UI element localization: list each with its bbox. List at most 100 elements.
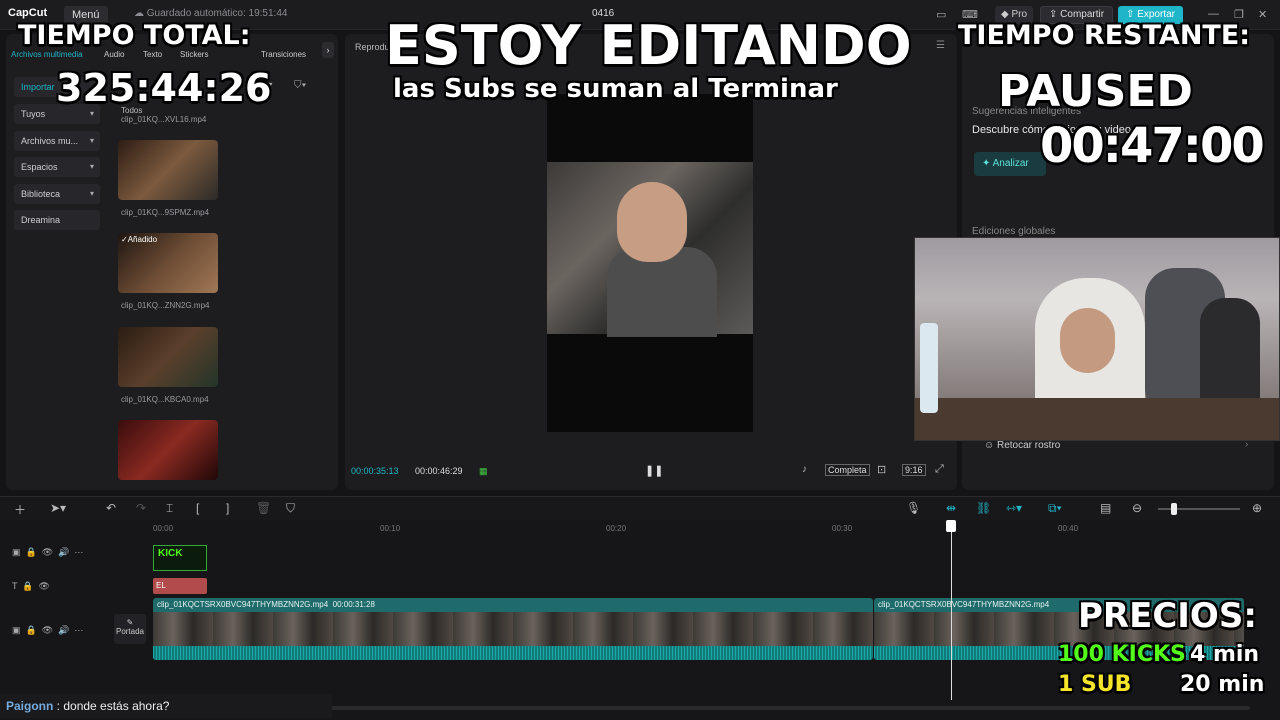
ratio-selector[interactable]: 9:16 [902, 464, 926, 476]
retouch-label: Retocar rostro [997, 440, 1061, 451]
retouch-item[interactable]: ☺ Retocar rostro [984, 440, 1060, 451]
kick-clip-label: KICK [158, 548, 183, 559]
preview-axis-icon[interactable]: ⧉▾ [1048, 501, 1062, 516]
link-icon[interactable]: ⛓ [976, 501, 991, 515]
delete-icon[interactable]: 🗑 [256, 501, 271, 515]
snap-icon[interactable]: ⇿▾ [1006, 501, 1022, 515]
tiktok-icon[interactable]: ♪ [802, 464, 807, 475]
price-sub-value: 20 min [1180, 672, 1265, 697]
tab-transitions[interactable]: Transiciones [261, 50, 306, 59]
tab-text[interactable]: Texto [143, 50, 162, 59]
video-frame-image [547, 162, 753, 337]
sidebar-item-library[interactable]: Biblioteca ▾ [14, 184, 100, 204]
sidebar-item-dreamina[interactable]: Dreamina [14, 210, 100, 230]
video-preview[interactable] [547, 94, 753, 432]
pro-label: Pro [1011, 9, 1028, 20]
export-label: Exportar [1137, 9, 1175, 20]
shield-icon[interactable]: ⛉ [286, 501, 295, 516]
add-icon[interactable]: ＋ [14, 501, 26, 518]
layout-icon[interactable]: ▭ [936, 8, 946, 21]
redo-icon[interactable]: ↷ [136, 501, 146, 515]
total-time-label: TIEMPO TOTAL: [18, 20, 251, 51]
tab-audio[interactable]: Audio [104, 50, 124, 59]
check-icon: ✓ [121, 235, 128, 244]
chat-username: Paigonn [6, 699, 54, 713]
zoom-slider-handle[interactable] [1171, 503, 1177, 515]
sidebar-item-media-files[interactable]: Archivos mu... ▾ [14, 131, 100, 151]
ruler-tick: 00:30 [832, 524, 853, 533]
screenshot-icon[interactable]: ⊡ [877, 463, 886, 476]
split-icon[interactable]: ⌶ [166, 501, 173, 516]
headline: ESTOY EDITANDO [385, 14, 912, 77]
sidebar-item-label: Tuyos [21, 109, 46, 119]
pause-icon[interactable]: ❚❚ [645, 464, 663, 477]
track-controls[interactable]: ▣ 🔒 👁 🔊 ⋯ [12, 547, 83, 558]
cover-button[interactable]: ✎ Portada [114, 614, 146, 644]
chat-text: : donde estás ahora? [53, 699, 170, 713]
undo-icon[interactable]: ↶ [106, 501, 116, 515]
media-thumbnail[interactable]: ✓Añadido [118, 233, 218, 293]
remaining-time-value: 00:47:00 [1040, 118, 1265, 174]
track-controls[interactable]: T 🔒 👁 [12, 581, 50, 592]
person-background [1200, 298, 1260, 408]
timer-status: PAUSED [998, 66, 1193, 117]
person-face [1060, 308, 1115, 373]
clip-filename: clip_01KQ...KBCA0.mp4 [121, 395, 209, 404]
quality-selector[interactable]: Completa [825, 464, 870, 476]
share-label: Compartir [1060, 9, 1105, 20]
video-clip[interactable]: clip_01KQCTSRX0BVC947THYMBZNN2G.mp4 00:0… [153, 598, 873, 660]
cover-label: Portada [115, 627, 145, 636]
clip-label: clip_01KQCTSRX0BVC947THYMBZNN2G.mp4 00:0… [157, 600, 375, 609]
overlay-clip-kick[interactable]: KICK [153, 545, 207, 571]
chat-message: Paigonn : donde estás ahora? [0, 694, 332, 718]
playhead-handle[interactable] [946, 520, 956, 532]
clip-name: clip_01KQCTSRX0BVC947THYMBZNN2G.mp4 [157, 600, 329, 609]
tab-stickers[interactable]: Stickers [180, 50, 208, 59]
minimize-icon[interactable]: — [1208, 8, 1219, 20]
sidebar-item-spaces[interactable]: Espacios ▾ [14, 157, 100, 177]
added-badge: ✓Añadido [121, 235, 157, 244]
ruler-tick: 00:00 [153, 524, 174, 533]
fullscreen-icon[interactable]: ⤢ [935, 463, 944, 476]
chevron-right-icon[interactable]: › [322, 42, 334, 58]
media-thumbnail[interactable] [118, 327, 218, 387]
zoom-out-icon[interactable]: ⊖ [1132, 501, 1142, 515]
ruler-tick: 00:10 [380, 524, 401, 533]
analyze-button[interactable]: ✦ Analizar [974, 152, 1046, 176]
trim-right-icon[interactable]: ] [226, 501, 229, 515]
audio-waveform [153, 646, 873, 660]
magnet-icon[interactable]: ⇹ [946, 501, 956, 515]
text-clip[interactable]: EL CONTADO [153, 578, 207, 606]
playhead[interactable] [951, 522, 952, 700]
clip-label: clip_01KQCTSRX0BVC947THYMBZNN2G.mp4 [878, 600, 1050, 609]
total-time-value: 325:44:26 [56, 66, 272, 110]
autosave-status: ☁ Guardado automático: 19:51:44 [134, 8, 287, 19]
sidebar-item-label: Importar [21, 82, 55, 92]
price-kicks-item: 100 KICKS [1058, 642, 1186, 667]
analyze-label: Analizar [992, 158, 1029, 169]
media-thumbnail[interactable] [118, 420, 218, 480]
person-face [617, 182, 687, 262]
remaining-time-label: TIEMPO RESTANTE: [958, 20, 1251, 51]
caption-icon[interactable]: ▤ [1100, 501, 1111, 515]
trim-left-icon[interactable]: [ [196, 501, 199, 515]
ruler-tick: 00:20 [606, 524, 627, 533]
microphone-icon[interactable]: 🎙 [906, 501, 921, 515]
media-thumbnail[interactable] [118, 140, 218, 200]
app-logo: CapCut [8, 7, 48, 19]
select-icon[interactable]: ➤▾ [50, 501, 66, 515]
tab-media[interactable]: Archivos multimedia [11, 50, 83, 59]
filter-icon[interactable]: ⛉▾ [294, 80, 306, 91]
close-icon[interactable]: ✕ [1258, 8, 1267, 21]
sidebar-item-label: Espacios [21, 162, 58, 172]
clip-filename: clip_01KQ...9SPMZ.mp4 [121, 208, 210, 217]
subline: las Subs se suman al Terminar [393, 74, 838, 104]
export-icon: ⇧ [1126, 9, 1138, 20]
clip-duration: 00:00:31:28 [332, 600, 375, 609]
cloud-icon: ☁ [134, 8, 147, 19]
menu-icon[interactable]: ☰ [936, 40, 945, 51]
total-time: 00:00:46:29 [415, 466, 463, 476]
track-controls[interactable]: ▣ 🔒 👁 🔊 ⋯ [12, 625, 83, 636]
zoom-in-icon[interactable]: ⊕ [1252, 501, 1262, 515]
ruler-tick: 00:40 [1058, 524, 1079, 533]
